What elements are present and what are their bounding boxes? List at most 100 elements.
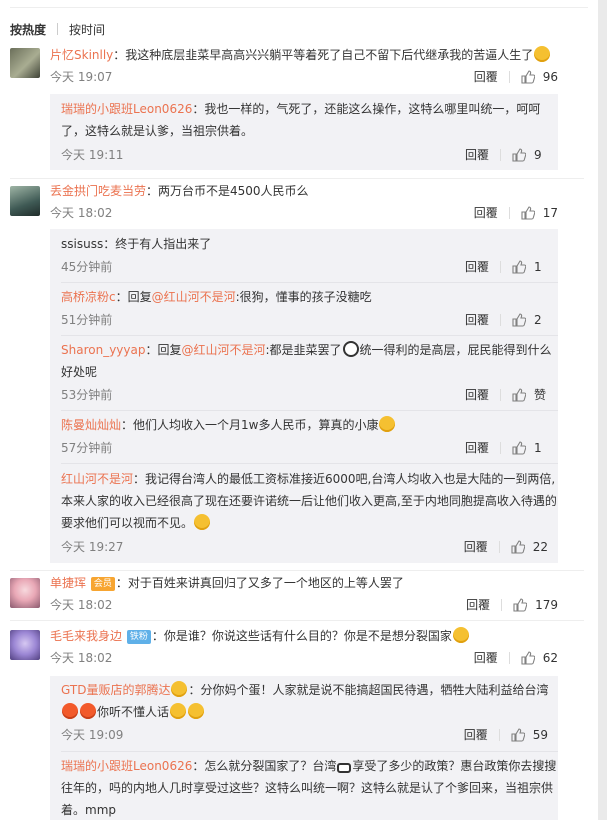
like-count: 1 (534, 441, 542, 455)
thumbs-up-icon[interactable] (512, 148, 526, 162)
comment-time: 今天 18:02 (50, 598, 113, 612)
emoji-icon (379, 416, 396, 432)
thumbs-up-icon[interactable] (513, 598, 528, 612)
like-count: 179 (535, 598, 558, 612)
comment-text: 毛毛来我身边 铁粉 ：你是谁？你说这些话有什么目的？你是不是想分裂国家 (50, 625, 584, 647)
mention-link[interactable]: @红山河不是河 (152, 290, 236, 304)
comment-divider (10, 570, 584, 571)
thumbs-up-icon[interactable] (512, 441, 526, 455)
reply-text: Sharon_yyyap：回复@红山河不是河:都是韭菜罢了 统一得利的是高层，屁民… (61, 339, 558, 383)
emoji-icon (452, 627, 469, 643)
comment-body: ：两万台币不是4500人民币么 (146, 184, 309, 198)
emoji-icon (194, 514, 211, 530)
reply-username[interactable]: ssisuss (61, 237, 103, 251)
reply-username[interactable]: 瑞瑞的小跟班Leon0626 (61, 102, 192, 116)
reply-username[interactable]: GTD量贩店的郭腾达 (61, 683, 170, 697)
mention-link[interactable]: @红山河不是河 (181, 343, 265, 357)
sort-tabs: 按热度 按时间 (10, 21, 105, 37)
reply-button[interactable]: 回覆 (465, 439, 489, 457)
reply-text: 陈曼灿灿灿：他们人均收入一个月1w多人民币，算真的小康 (61, 414, 558, 436)
reply-divider (61, 335, 558, 336)
reply-button[interactable]: 回覆 (465, 258, 489, 276)
reply-button[interactable]: 回覆 (474, 68, 498, 86)
reply-username[interactable]: Sharon_yyyap (61, 343, 145, 357)
thumbs-up-icon[interactable] (511, 540, 525, 554)
comment-username[interactable]: 丢金拱门吃麦当劳 (50, 184, 146, 198)
comment-username[interactable]: 单捷珲 (50, 576, 86, 590)
like-count: 赞 (534, 388, 547, 402)
thumbs-up-icon[interactable] (521, 70, 535, 84)
thumbs-up-icon[interactable] (512, 260, 526, 274)
like-count: 17 (542, 206, 558, 220)
reply-meta: 57分钟前 回覆 1 (61, 439, 558, 457)
reply-button[interactable]: 回覆 (474, 649, 498, 667)
scrollbar[interactable] (598, 0, 607, 820)
reply-button[interactable]: 回覆 (466, 596, 490, 614)
reply-body: ：终于有人指出来了 (103, 237, 212, 251)
comment-meta: 今天 19:07 回覆 96 (50, 68, 558, 86)
reply-meta: 今天 19:09 回覆 59 (61, 726, 558, 744)
avatar[interactable] (10, 186, 40, 216)
angry-emoji-icon (80, 703, 96, 719)
reply-button[interactable]: 回覆 (474, 204, 498, 222)
thumbs-up-icon[interactable] (511, 728, 525, 742)
reply-username[interactable]: 高桥凉粉c (61, 290, 116, 304)
comment-body: ：你是谁？你说这些话有什么目的？你是不是想分裂国家 (151, 629, 452, 643)
reply-text: ssisuss：终于有人指出来了 (61, 233, 558, 255)
thumbs-up-icon[interactable] (521, 651, 535, 665)
fan-badge[interactable]: 铁粉 (126, 630, 151, 644)
comment-time: 今天 18:02 (50, 651, 113, 665)
tab-sort-hot[interactable]: 按热度 (10, 21, 46, 38)
comment-username[interactable]: 片忆Skinlly (50, 48, 113, 62)
comment-username[interactable]: 毛毛来我身边 (50, 629, 122, 643)
reply-time: 57分钟前 (61, 441, 113, 455)
reply-button[interactable]: 回覆 (465, 311, 489, 329)
emoji-icon (534, 46, 551, 62)
comment-panel: 按热度 按时间 片忆Skinlly：我这种底层韭菜早高高兴兴躺平等着死了自己不留… (0, 0, 598, 820)
reply-username[interactable]: 红山河不是河 (61, 472, 133, 486)
reply-body: :很狗，懂事的孩子没糖吃 (235, 290, 372, 304)
reply-body: 你听不懂人话 (97, 705, 170, 719)
comment-meta: 今天 18:02 回覆 179 (50, 596, 558, 614)
like-count: 62 (542, 651, 558, 665)
like-count: 22 (532, 540, 548, 554)
emoji-icon (171, 681, 188, 697)
member-badge[interactable]: 会员 (90, 577, 115, 591)
reply-text: 瑞瑞的小跟班Leon0626：我也一样的，气死了，还能这么操作，这特么哪里叫统一… (61, 98, 558, 142)
reply-text: GTD量贩店的郭腾达 ：分你妈个蛋！人家就是说不能搞超国民待遇，牺牲大陆利益给台湾… (61, 679, 558, 723)
reply-meta: 今天 19:27 回覆 22 (61, 538, 558, 556)
reply-time: 今天 19:09 (61, 728, 124, 742)
reply-button[interactable]: 回覆 (465, 146, 489, 164)
reply-username[interactable]: 瑞瑞的小跟班Leon0626 (61, 759, 192, 773)
reply-button[interactable]: 回覆 (465, 386, 489, 404)
reply-body: ：回复 (115, 290, 152, 304)
angry-emoji-icon (62, 703, 78, 719)
comment-meta: 今天 18:02 回覆 17 (50, 204, 558, 222)
emoji-icon (337, 763, 352, 773)
reply-username[interactable]: 陈曼灿灿灿 (61, 418, 121, 432)
reply-button[interactable]: 回覆 (464, 538, 488, 556)
reply-button[interactable]: 回覆 (464, 726, 488, 744)
avatar[interactable] (10, 578, 40, 608)
comment-text: 片忆Skinlly：我这种底层韭菜早高高兴兴躺平等着死了自己不留下后代继承我的苦… (50, 44, 584, 66)
reply-text: 红山河不是河：我记得台湾人的最低工资标准接近6000吧,台湾人均收入也是大陆的一… (61, 468, 558, 534)
avatar[interactable] (10, 48, 40, 78)
reply-time: 45分钟前 (61, 260, 113, 274)
tab-sort-time[interactable]: 按时间 (69, 21, 105, 38)
reply-divider (61, 463, 558, 464)
thumbs-up-icon[interactable] (512, 388, 526, 402)
reply-divider (61, 751, 558, 752)
comment-time: 今天 19:07 (50, 70, 113, 84)
reply-meta: 51分钟前 回覆 2 (61, 311, 558, 329)
reply-body: ：他们人均收入一个月1w多人民币，算真的小康 (121, 418, 379, 432)
laugh-emoji-icon (188, 703, 205, 719)
reply-body: ：回复 (145, 343, 182, 357)
thumbs-up-icon[interactable] (521, 206, 535, 220)
comment-divider (10, 620, 584, 621)
thumbs-up-icon[interactable] (512, 313, 526, 327)
comment-body: ：我这种底层韭菜早高高兴兴躺平等着死了自己不留下后代继承我的苦逼人生了 (113, 48, 534, 62)
comment-time: 今天 18:02 (50, 206, 113, 220)
tab-divider (57, 23, 59, 35)
avatar[interactable] (10, 630, 40, 660)
reply-meta: 今天 19:11 回覆 9 (61, 146, 558, 164)
